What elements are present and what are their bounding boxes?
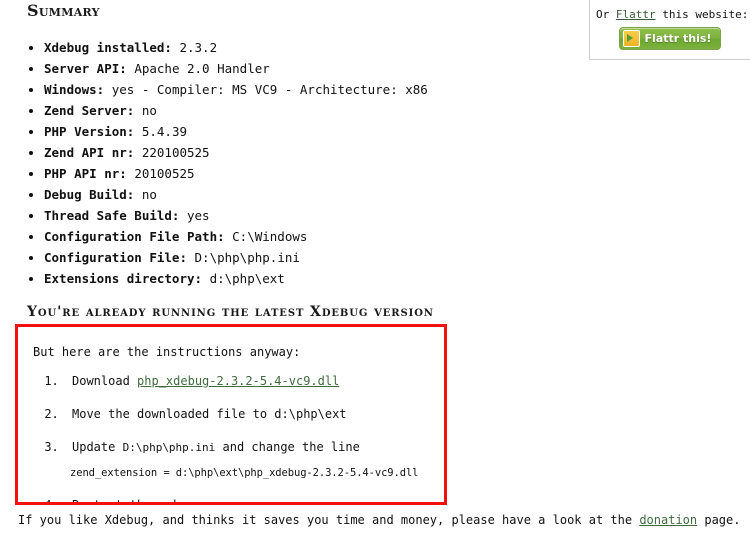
summary-item-label: Zend Server: [44,103,135,118]
step-text-suffix: and change the line [215,440,360,454]
summary-item-label: Windows: [44,82,105,97]
summary-item-label: Server API: [44,61,127,76]
list-item: Restart the webserver [66,497,444,505]
summary-item-value: 5.4.39 [141,124,187,139]
summary-item-label: Configuration File Path: [44,229,225,244]
summary-item-label: Zend API nr: [44,145,135,160]
summary-item-label: PHP Version: [44,124,135,139]
flattr-button-label: Flattr this! [644,32,712,45]
summary-item-value: yes - Compiler: MS VC9 - Architecture: x… [111,82,428,97]
list-item: Move the downloaded file to d:\php\ext [66,406,444,422]
summary-item-value: C:\Windows [232,229,308,244]
step-text: Restart the webserver [72,498,224,505]
list-item: Download php_xdebug-2.3.2-5.4-vc9.dll [66,373,444,389]
summary-item-label: Extensions directory: [44,271,203,286]
footer-prefix-text: If you like Xdebug, and thinks it saves … [18,513,640,527]
footer-suffix-text: page. [697,513,741,527]
summary-item-value: d:\php\ext [209,271,285,286]
list-item: Thread Safe Build: yes [44,205,750,226]
list-item: Windows: yes - Compiler: MS VC9 - Archit… [44,79,750,100]
latest-version-heading: You're already running the latest Xdebug… [27,304,434,320]
list-item: Update D:\php\php.ini and change the lin… [66,439,444,480]
summary-item-value: Apache 2.0 Handler [134,61,270,76]
list-item: PHP API nr: 20100525 [44,163,750,184]
flattr-link[interactable]: Flattr [616,8,656,21]
list-item: Extensions directory: d:\php\ext [44,268,750,289]
instructions-list: Download php_xdebug-2.3.2-5.4-vc9.dll Mo… [18,373,444,505]
donation-footer: If you like Xdebug, and thinks it saves … [18,512,740,528]
summary-item-value: 220100525 [141,145,210,160]
list-item: Configuration File Path: C:\Windows [44,226,750,247]
summary-item-label: Debug Build: [44,187,135,202]
list-item: Configuration File: D:\php\php.ini [44,247,750,268]
list-item: Debug Build: no [44,184,750,205]
summary-item-value: no [141,103,157,118]
summary-item-value: yes [187,208,210,223]
summary-item-value: 2.3.2 [179,40,218,55]
ini-path-code: D:\php\php.ini [122,441,216,454]
summary-list: Xdebug installed: 2.3.2 Server API: Apac… [0,37,750,289]
list-item: Server API: Apache 2.0 Handler [44,58,750,79]
flattr-this-button[interactable]: Flattr this! [618,27,722,50]
summary-item-value: 20100525 [134,166,195,181]
summary-item-label: Thread Safe Build: [44,208,180,223]
flattr-prompt: Or Flattr this website: [596,8,748,22]
flattr-icon [622,30,640,47]
list-item: Zend Server: no [44,100,750,121]
download-dll-link[interactable]: php_xdebug-2.3.2-5.4-vc9.dll [137,374,339,388]
list-item: PHP Version: 5.4.39 [44,121,750,142]
list-item: Zend API nr: 220100525 [44,142,750,163]
summary-item-value: no [141,187,157,202]
instructions-intro: But here are the instructions anyway: [33,345,301,359]
step-text: Download [72,374,138,388]
summary-item-value: D:\php\php.ini [194,250,300,265]
flattr-prompt-suffix: this website: [655,8,749,21]
summary-item-label: Configuration File: [44,250,187,265]
summary-item-label: Xdebug installed: [44,40,172,55]
step-text: Update [72,440,123,454]
instructions-box: But here are the instructions anyway: Do… [15,324,447,505]
zend-extension-code-block: zend_extension = d:\php\ext\php_xdebug-2… [70,467,419,479]
donation-link[interactable]: donation [639,513,697,527]
summary-item-label: PHP API nr: [44,166,127,181]
step-text: Move the downloaded file to d:\php\ext [72,407,347,421]
flattr-prompt-prefix: Or [596,8,616,21]
flattr-panel: Or Flattr this website: Flattr this! [589,0,750,60]
